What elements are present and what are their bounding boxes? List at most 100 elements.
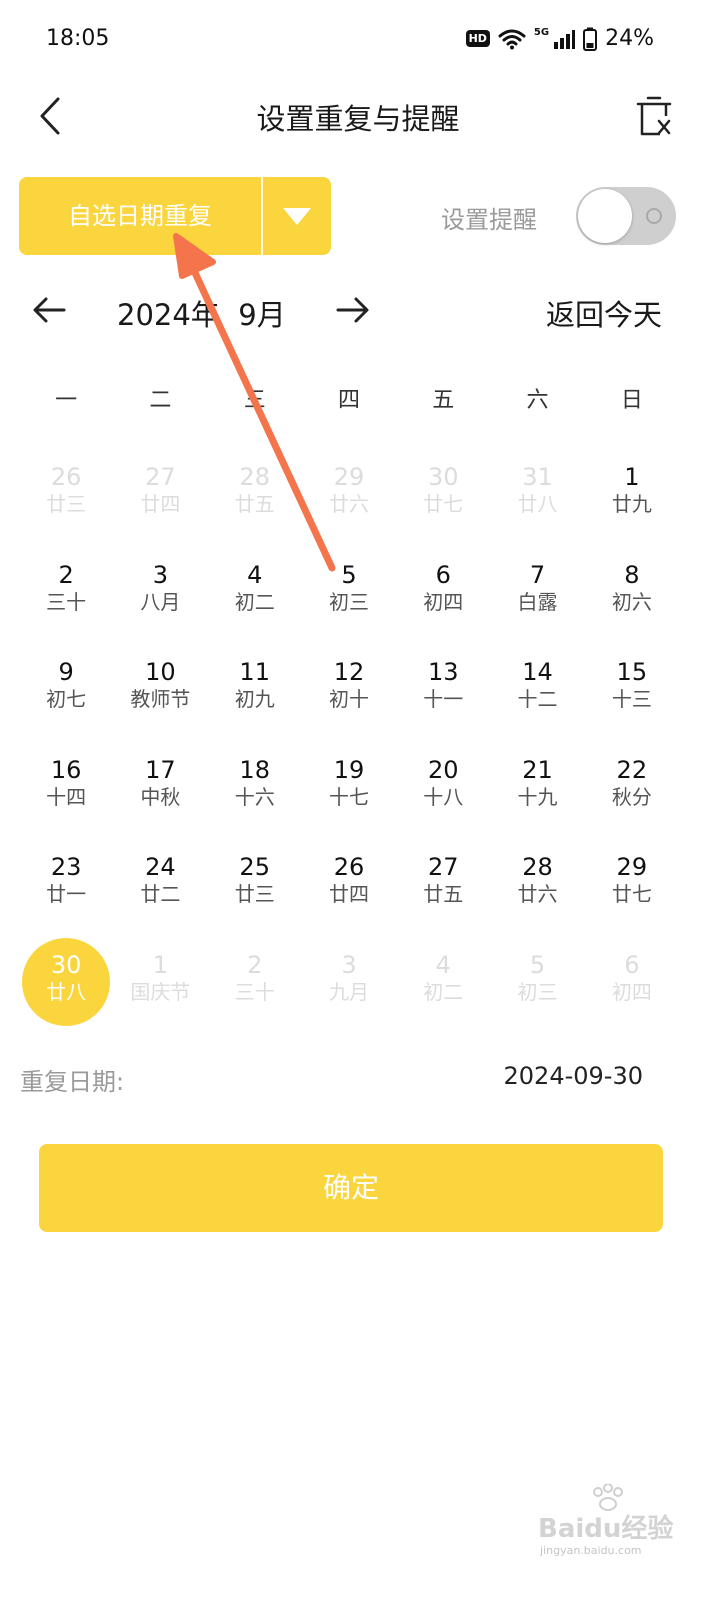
calendar-week-row: 16 十四 17 中秋 18 十六 19 十七 20 十八 21 十九 22 秋分 <box>19 743 679 841</box>
calendar-day[interactable]: 20 十八 <box>396 743 490 841</box>
calendar-day[interactable]: 3 八月 <box>113 548 207 646</box>
calendar-day[interactable]: 4 初二 <box>208 548 302 646</box>
repeat-date-label: 重复日期: <box>20 1068 125 1096</box>
day-lunar-label: 十一 <box>423 687 464 711</box>
calendar-day[interactable]: 29 廿六 <box>302 450 396 548</box>
day-number: 25 <box>239 853 270 881</box>
calendar-day[interactable]: 22 秋分 <box>585 743 679 841</box>
calendar-day[interactable]: 1 国庆节 <box>113 938 207 1036</box>
day-number: 9 <box>58 658 74 686</box>
calendar-day[interactable]: 13 十一 <box>396 645 490 743</box>
arrow-right-icon <box>336 297 369 323</box>
calendar-day[interactable]: 27 廿五 <box>396 840 490 938</box>
calendar-day[interactable]: 10 教师节 <box>113 645 207 743</box>
day-lunar-label: 初七 <box>46 687 87 711</box>
delete-button[interactable] <box>634 94 678 138</box>
calendar-day[interactable]: 1 廿九 <box>585 450 679 548</box>
day-number: 14 <box>522 658 553 686</box>
calendar-day[interactable]: 29 廿七 <box>585 840 679 938</box>
calendar-day[interactable]: 6 初四 <box>585 938 679 1036</box>
calendar-day[interactable]: 18 十六 <box>208 743 302 841</box>
day-number: 7 <box>529 560 546 589</box>
day-lunar-label: 初四 <box>611 979 652 1004</box>
day-lunar-label: 廿七 <box>423 492 464 516</box>
day-number: 13 <box>427 658 459 686</box>
calendar-day[interactable]: 2 三十 <box>19 548 113 646</box>
back-to-today-button[interactable]: 返回今天 <box>546 292 662 334</box>
weekday-header: 一 二 三 四 五 六 日 <box>19 382 679 422</box>
calendar-day[interactable]: 23 廿一 <box>19 840 113 938</box>
day-number: 2 <box>247 950 263 979</box>
calendar-day[interactable]: 7 白露 <box>490 548 584 646</box>
day-lunar-label: 九月 <box>328 979 369 1004</box>
calendar-day[interactable]: 28 廿六 <box>490 840 584 938</box>
day-lunar-label: 廿三 <box>46 492 87 516</box>
calendar-day[interactable]: 5 初三 <box>302 548 396 646</box>
month-label: 2024年 9月 <box>117 298 286 332</box>
prev-month-button[interactable] <box>30 290 70 330</box>
day-number: 26 <box>50 463 82 491</box>
calendar-day[interactable]: 21 十九 <box>490 743 584 841</box>
day-lunar-label: 十六 <box>234 784 275 809</box>
calendar-day[interactable]: 2 三十 <box>208 938 302 1036</box>
day-lunar-label: 初六 <box>611 589 652 614</box>
calendar-day[interactable]: 4 初二 <box>396 938 490 1036</box>
calendar-day[interactable]: 16 十四 <box>19 743 113 841</box>
calendar-day[interactable]: 9 初七 <box>19 645 113 743</box>
day-lunar-label: 廿八 <box>46 979 87 1004</box>
day-number: 5 <box>341 560 357 589</box>
day-number: 15 <box>616 658 648 686</box>
calendar-day[interactable]: 3 九月 <box>302 938 396 1036</box>
calendar-day[interactable]: 11 初九 <box>208 645 302 743</box>
day-lunar-label: 初二 <box>423 979 464 1004</box>
repeat-mode-select[interactable]: 自选日期重复 <box>19 177 331 255</box>
next-month-button[interactable] <box>332 290 372 330</box>
calendar-day[interactable]: 25 廿三 <box>208 840 302 938</box>
calendar-day[interactable]: 27 廿四 <box>113 450 207 548</box>
calendar-grid: 26 廿三 27 廿四 28 廿五 29 廿六 30 廿七 31 廿八 1 廿九 2 三十 3 八月 4 初二 5 初三 6… <box>19 450 679 1035</box>
day-number: 11 <box>239 658 270 686</box>
weekday-label: 一 <box>55 388 78 413</box>
day-lunar-label: 十七 <box>328 784 369 809</box>
calendar-day[interactable]: 30 廿七 <box>396 450 490 548</box>
day-lunar-label: 秋分 <box>611 784 652 809</box>
watermark: Baidu经验 jingyan.baidu.com <box>536 1484 686 1572</box>
calendar-day[interactable]: 5 初三 <box>490 938 584 1036</box>
weekday-label: 五 <box>432 388 455 413</box>
calendar-day[interactable]: 12 初十 <box>302 645 396 743</box>
calendar-day[interactable]: 26 廿三 <box>19 450 113 548</box>
day-number: 31 <box>522 463 553 491</box>
reminder-toggle[interactable] <box>576 187 676 245</box>
weekday-label: 三 <box>243 388 266 413</box>
calendar-day[interactable]: 26 廿四 <box>302 840 396 938</box>
day-lunar-label: 十九 <box>517 784 558 809</box>
day-lunar-label: 十二 <box>517 687 558 711</box>
day-number: 3 <box>341 950 357 979</box>
calendar-day[interactable]: 15 十三 <box>585 645 679 743</box>
day-lunar-label: 廿九 <box>611 492 652 516</box>
calendar-day[interactable]: 17 中秋 <box>113 743 207 841</box>
calendar-day[interactable]: 24 廿二 <box>113 840 207 938</box>
calendar-week-row: 2 三十 3 八月 4 初二 5 初三 6 初四 7 白露 8 初六 <box>19 548 679 646</box>
calendar-day-selected[interactable]: 30 廿八 <box>19 937 113 1036</box>
day-number: 17 <box>145 755 176 784</box>
triangle-down-icon <box>283 208 311 225</box>
calendar-day[interactable]: 8 初六 <box>585 548 679 646</box>
calendar-day[interactable]: 19 十七 <box>302 743 396 841</box>
day-number: 27 <box>145 463 176 491</box>
calendar-day[interactable]: 31 廿八 <box>490 450 584 548</box>
day-lunar-label: 初三 <box>517 979 558 1004</box>
day-number: 10 <box>145 658 176 686</box>
status-icons: HD 5G 24% <box>465 26 654 51</box>
repeat-mode-label: 自选日期重复 <box>68 202 212 230</box>
header: 设置重复与提醒 <box>0 80 716 152</box>
repeat-mode-dropdown[interactable] <box>263 177 331 255</box>
calendar-day[interactable]: 14 十二 <box>490 645 584 743</box>
day-lunar-label: 廿七 <box>611 882 652 906</box>
calendar-day[interactable]: 6 初四 <box>396 548 490 646</box>
day-lunar-label: 初二 <box>234 589 275 614</box>
calendar-day[interactable]: 28 廿五 <box>208 450 302 548</box>
confirm-button[interactable]: 确定 <box>39 1144 663 1232</box>
watermark-brand: Baidu经验 <box>538 1514 674 1544</box>
month-navigation: 2024年 9月 返回今天 <box>0 280 716 340</box>
